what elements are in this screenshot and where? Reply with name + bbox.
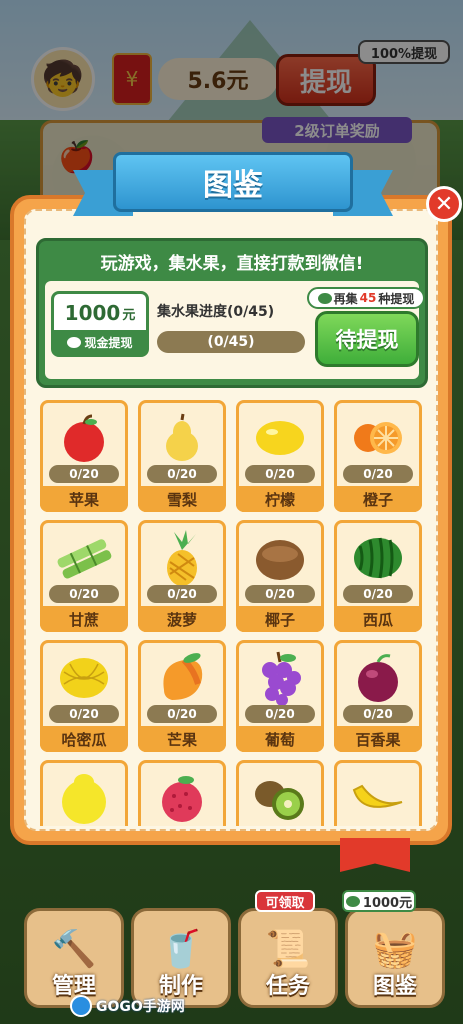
pomelo-icon — [43, 767, 125, 826]
fruit-card[interactable]: 0/20 菠萝 — [138, 520, 226, 632]
fruit-name: 甘蔗 — [40, 606, 128, 632]
cash-amount-value: 1000 — [64, 301, 121, 325]
fruit-grid: 0/20 苹果 0/20 雪梨 0/20 柠檬 0/20 橙子 0/20 甘蔗 0/20 菠萝 0/20… — [40, 400, 430, 826]
banana-icon — [337, 767, 419, 826]
pineapple-icon — [141, 527, 223, 589]
cash-badge-text: 1000元 — [362, 895, 413, 911]
collection-progress-bar: (0/45) — [157, 331, 305, 353]
close-icon[interactable]: ✕ — [426, 186, 462, 222]
fruit-name: 柠檬 — [236, 486, 324, 512]
fruit-name: 菠萝 — [138, 606, 226, 632]
fruit-count: 0/20 — [343, 465, 413, 483]
info-box: 玩游戏，集水果，直接打款到微信! 1000 元 现金提现 集水果进度(0/45) … — [36, 238, 428, 388]
fruit-count: 0/20 — [245, 705, 315, 723]
cash-withdraw-label: 现金提现 — [54, 330, 146, 354]
fruit-card[interactable] — [334, 760, 422, 826]
nav-task-label: 任务 — [265, 974, 310, 999]
collect-prefix: 再集 — [333, 291, 358, 306]
mango-icon — [141, 647, 223, 709]
fruit-card[interactable]: 0/20 柠檬 — [236, 400, 324, 512]
nav-collection[interactable]: 🧺 图鉴 — [345, 908, 445, 1008]
fruit-name: 椰子 — [236, 606, 324, 632]
cantaloupe-icon — [43, 647, 125, 709]
cash-badge: 1000元 — [342, 890, 416, 912]
fruit-card[interactable]: 0/20 雪梨 — [138, 400, 226, 512]
fruit-name: 橙子 — [334, 486, 422, 512]
wechat-icon — [317, 292, 332, 304]
fruit-card[interactable] — [236, 760, 324, 826]
lychee-icon — [141, 767, 223, 826]
fruit-count: 0/20 — [49, 705, 119, 723]
kiwi-icon — [239, 767, 321, 826]
fruit-count: 0/20 — [49, 585, 119, 603]
fruit-count: 0/20 — [147, 585, 217, 603]
logo-icon — [70, 995, 92, 1017]
collect-tip-bubble: 再集 45 种提现 — [307, 287, 425, 309]
cash-amount: 1000 元 — [54, 294, 146, 332]
info-body: 1000 元 现金提现 集水果进度(0/45) (0/45) 再集 45 种提现 待提… — [45, 281, 425, 379]
collect-count: 45 — [359, 291, 377, 305]
fruit-card[interactable]: 0/20 哈密瓜 — [40, 640, 128, 752]
fruit-count: 0/20 — [147, 705, 217, 723]
grape-icon — [239, 647, 321, 709]
fruit-name: 百香果 — [334, 726, 422, 752]
fruit-card[interactable]: 0/20 椰子 — [236, 520, 324, 632]
nav-task[interactable]: 📜 任务 — [238, 908, 338, 1008]
fruit-card[interactable]: 0/20 百香果 — [334, 640, 422, 752]
fruit-card[interactable]: 0/20 甘蔗 — [40, 520, 128, 632]
orange-icon — [337, 407, 419, 469]
sugarcane-icon — [43, 527, 125, 589]
pear-icon — [141, 407, 223, 469]
fruit-count: 0/20 — [245, 465, 315, 483]
fruit-count: 0/20 — [343, 705, 413, 723]
lemon-icon — [239, 407, 321, 469]
fruit-card[interactable]: 0/20 橙子 — [334, 400, 422, 512]
fruit-count: 0/20 — [147, 465, 217, 483]
fruit-count: 0/20 — [343, 585, 413, 603]
watermark-logo: GOGO手游网 — [70, 994, 185, 1018]
wechat-icon — [345, 895, 360, 907]
watermelon-icon — [337, 527, 419, 589]
fruit-name: 芒果 — [138, 726, 226, 752]
pending-withdraw-button[interactable]: 待提现 — [315, 311, 419, 367]
fruit-count: 0/20 — [49, 465, 119, 483]
fruit-name: 葡萄 — [236, 726, 324, 752]
fruit-card[interactable] — [40, 760, 128, 826]
fruit-card[interactable] — [138, 760, 226, 826]
fruit-card[interactable]: 0/20 西瓜 — [334, 520, 422, 632]
fruit-card[interactable]: 0/20 苹果 — [40, 400, 128, 512]
fruit-card[interactable]: 0/20 葡萄 — [236, 640, 324, 752]
watermark-text: GOGO手游网 — [96, 999, 185, 1015]
coconut-icon — [239, 527, 321, 589]
cash-label-text: 现金提现 — [84, 335, 133, 350]
cash-amount-unit: 元 — [122, 307, 136, 323]
cash-withdraw-card[interactable]: 1000 元 现金提现 — [51, 291, 149, 357]
info-headline: 玩游戏，集水果，直接打款到微信! — [100, 253, 364, 274]
collect-suffix: 种提现 — [378, 291, 415, 306]
fruit-name: 哈密瓜 — [40, 726, 128, 752]
progress-text: (0/45) — [207, 334, 255, 350]
passionfruit-icon — [337, 647, 419, 709]
fruit-card[interactable]: 0/20 芒果 — [138, 640, 226, 752]
claim-badge: 可领取 — [255, 890, 315, 912]
progress-title: 集水果进度(0/45) — [157, 304, 275, 320]
fruit-name: 西瓜 — [334, 606, 422, 632]
nav-collection-label: 图鉴 — [372, 974, 417, 999]
fruit-name: 苹果 — [40, 486, 128, 512]
modal-title: 图鉴 — [113, 152, 353, 212]
fruit-name: 雪梨 — [138, 486, 226, 512]
nav-make[interactable]: 🥤 制作 — [131, 908, 231, 1008]
wechat-icon — [67, 336, 82, 348]
apple-icon — [43, 407, 125, 469]
fruit-count: 0/20 — [245, 585, 315, 603]
nav-manage[interactable]: 🔨 管理 — [24, 908, 124, 1008]
modal-title-banner: 图鉴 — [73, 152, 393, 224]
